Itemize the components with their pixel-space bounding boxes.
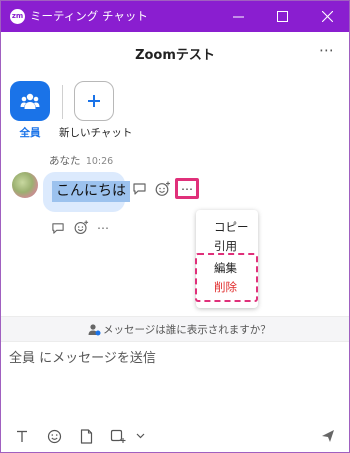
message-time: 10:26 bbox=[85, 156, 114, 167]
person-lock-icon bbox=[88, 321, 101, 340]
ellipsis-icon: ⋯ bbox=[181, 181, 193, 196]
chat-window: zm ミーティング チャット Zoomテスト ⋯ 全員 新しいチャット あなた … bbox=[0, 0, 350, 453]
header-more-button[interactable]: ⋯ bbox=[319, 41, 335, 59]
close-button[interactable] bbox=[305, 1, 349, 32]
tab-everyone[interactable] bbox=[10, 81, 50, 121]
chat-title: Zoomテスト bbox=[135, 48, 215, 63]
more-button-inline[interactable]: ⋯ bbox=[95, 220, 111, 236]
emoji-button[interactable] bbox=[45, 427, 63, 445]
visibility-notice-text[interactable]: メッセージは誰に表示されますか？ bbox=[103, 322, 271, 337]
title-bar: zm ミーティング チャット bbox=[1, 1, 349, 32]
tab-divider bbox=[62, 85, 63, 119]
tab-everyone-label: 全員 bbox=[19, 127, 41, 139]
add-reaction-button[interactable] bbox=[154, 180, 171, 197]
message-more-button[interactable]: ⋯ bbox=[175, 178, 199, 199]
tab-new-chat[interactable] bbox=[74, 81, 114, 121]
format-text-button[interactable] bbox=[14, 427, 30, 445]
chat-header: Zoomテスト ⋯ bbox=[1, 32, 349, 72]
ellipsis-icon: ⋯ bbox=[97, 221, 109, 235]
message-text[interactable]: こんにちは bbox=[52, 181, 130, 202]
zoom-logo-icon: zm bbox=[10, 9, 25, 24]
plus-icon bbox=[88, 95, 100, 107]
group-icon bbox=[20, 93, 40, 109]
close-icon bbox=[321, 11, 333, 22]
file-button[interactable] bbox=[78, 427, 94, 445]
reply-button-inline[interactable] bbox=[50, 220, 66, 236]
chevron-down-icon bbox=[136, 433, 144, 439]
emoji-icon bbox=[155, 181, 170, 196]
screenshot-button[interactable] bbox=[109, 427, 127, 445]
more-tools-dropdown[interactable] bbox=[134, 427, 146, 445]
tab-new-chat-label: 新しいチャット bbox=[59, 127, 133, 139]
avatar[interactable] bbox=[12, 172, 38, 198]
menu-highlight-annotation bbox=[195, 253, 258, 302]
window-title: ミーティング チャット bbox=[30, 9, 148, 23]
emoji-icon bbox=[47, 429, 61, 443]
ellipsis-icon: ⋯ bbox=[319, 41, 335, 59]
maximize-button[interactable] bbox=[260, 1, 304, 32]
file-icon bbox=[80, 428, 92, 444]
reply-icon bbox=[52, 222, 64, 234]
message-sender: あなた 10:26 bbox=[49, 153, 113, 168]
reply-icon bbox=[132, 183, 146, 195]
minimize-button[interactable] bbox=[216, 1, 260, 32]
sender-name: あなた bbox=[49, 155, 81, 167]
add-reaction-icon bbox=[74, 220, 89, 234]
screenshot-icon bbox=[110, 429, 126, 443]
send-button[interactable] bbox=[319, 427, 337, 445]
format-text-icon bbox=[17, 430, 27, 442]
minimize-icon bbox=[232, 16, 244, 18]
menu-item-copy[interactable]: コピー bbox=[196, 219, 258, 235]
menu-item-quote[interactable]: 引用 bbox=[196, 238, 258, 254]
message-input[interactable] bbox=[9, 345, 339, 371]
reply-button[interactable] bbox=[131, 181, 147, 197]
send-icon bbox=[322, 430, 334, 442]
maximize-icon bbox=[276, 11, 288, 22]
add-reaction-button-inline[interactable] bbox=[73, 219, 90, 236]
